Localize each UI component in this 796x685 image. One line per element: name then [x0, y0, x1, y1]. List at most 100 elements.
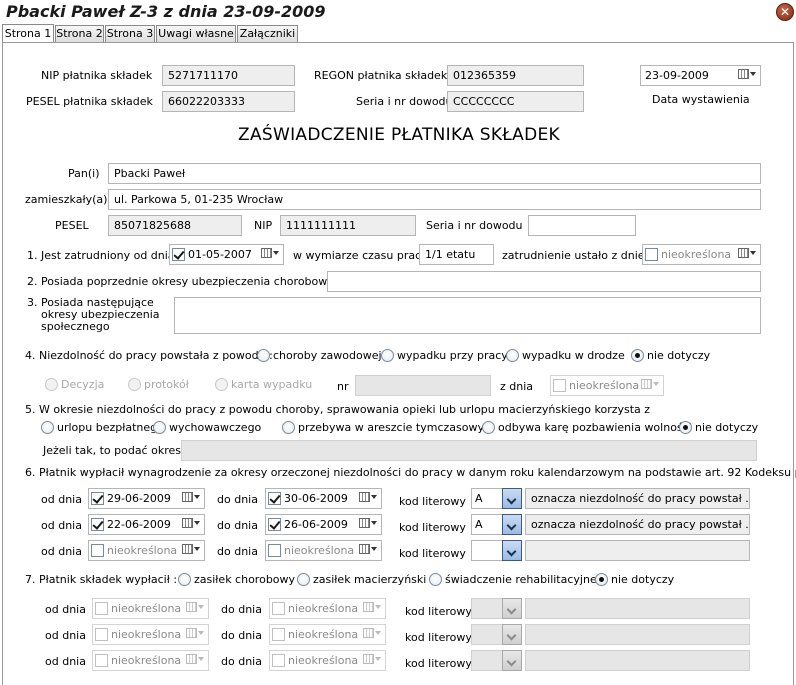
- s3-field[interactable]: [174, 297, 761, 334]
- s7-row1-od-picker[interactable]: nieokreślona: [92, 598, 209, 619]
- radio-zasilek-chorobowy[interactable]: [178, 573, 191, 586]
- s6-row1-do-picker[interactable]: 30-06-2009: [265, 488, 382, 509]
- tab-uwagi-wlasne[interactable]: Uwagi własne: [156, 25, 236, 43]
- tab-strona-1[interactable]: Strona 1: [2, 24, 54, 43]
- issue-date-picker[interactable]: 23-09-2009: [640, 65, 761, 86]
- radio-nie-dotyczy-s4[interactable]: [631, 349, 644, 362]
- nip-field[interactable]: 1111111111: [280, 215, 416, 236]
- pan-field[interactable]: Pbacki Paweł: [108, 163, 761, 184]
- s6-row2-od-picker[interactable]: 22-06-2009: [88, 514, 205, 535]
- s7-row3-od-checkbox[interactable]: [95, 654, 108, 667]
- tab-strona-3[interactable]: Strona 3: [105, 25, 155, 43]
- calendar-dropdown-icon[interactable]: [738, 69, 758, 83]
- close-button[interactable]: ✕: [776, 3, 794, 21]
- calendar-dropdown-icon[interactable]: [359, 492, 379, 506]
- s6-row2-kod-combo[interactable]: A: [471, 514, 523, 535]
- s7-row3-od-picker[interactable]: nieokreślona: [92, 650, 209, 671]
- s7-row1-do-checkbox[interactable]: [272, 602, 285, 615]
- s7-row2-do-picker[interactable]: nieokreślona: [269, 624, 386, 645]
- wymiar-field[interactable]: 1/1 etatu: [419, 244, 494, 265]
- s6-row2-od-checkbox[interactable]: [91, 518, 104, 531]
- radio-karta-wypadku[interactable]: [215, 378, 228, 391]
- chevron-down-icon[interactable]: [502, 514, 522, 535]
- radio-kara-label: odbywa karę pozbawienia wolności: [498, 421, 692, 434]
- s7-label: 7. Płatnik składek wypłacił :: [25, 573, 178, 586]
- calendar-dropdown-icon[interactable]: [182, 544, 202, 558]
- pesel-field[interactable]: 85071825688: [108, 215, 242, 236]
- s7-row3-do-picker[interactable]: nieokreślona: [269, 650, 386, 671]
- calendar-dropdown-icon[interactable]: [359, 544, 379, 558]
- radio-nie-dotyczy-s7[interactable]: [595, 573, 608, 586]
- tab-zalaczniki[interactable]: Załączniki: [237, 25, 298, 43]
- payer-regon-field[interactable]: 012365359: [447, 65, 584, 86]
- s7-row2-do-checkbox[interactable]: [272, 628, 285, 641]
- s7-row3-do-checkbox[interactable]: [272, 654, 285, 667]
- calendar-dropdown-icon[interactable]: [363, 602, 383, 616]
- employment-end-checkbox[interactable]: [645, 248, 658, 261]
- radio-urlopu-bezplatnego[interactable]: [41, 421, 54, 434]
- zdnia-date-picker[interactable]: nieokreślona: [550, 375, 664, 396]
- calendar-dropdown-icon[interactable]: [261, 248, 281, 262]
- s6-row1-od-checkbox[interactable]: [91, 492, 104, 505]
- radio-areszt[interactable]: [282, 421, 295, 434]
- nr-field[interactable]: [355, 375, 491, 396]
- calendar-dropdown-icon[interactable]: [363, 628, 383, 642]
- calendar-dropdown-icon[interactable]: [186, 654, 206, 668]
- employed-from-checkbox[interactable]: [172, 248, 185, 261]
- calendar-dropdown-icon[interactable]: [186, 602, 206, 616]
- payer-dowod-field[interactable]: CCCCCCCC: [447, 91, 584, 112]
- s7-row2-od-checkbox[interactable]: [95, 628, 108, 641]
- s6-row1-do-checkbox[interactable]: [268, 492, 281, 505]
- s6-row2-do-picker[interactable]: 26-06-2009: [265, 514, 382, 535]
- calendar-dropdown-icon[interactable]: [186, 628, 206, 642]
- radio-wypadku-w-drodze[interactable]: [506, 349, 519, 362]
- calendar-dropdown-icon[interactable]: [182, 518, 202, 532]
- s6-row3-kod-value: [471, 540, 503, 561]
- s6-row3-kod-combo[interactable]: [471, 540, 523, 561]
- calendar-dropdown-icon[interactable]: [359, 518, 379, 532]
- s7-row3-kod-combo[interactable]: [471, 650, 523, 671]
- payer-nip-field[interactable]: 5271711170: [162, 65, 295, 86]
- radio-decyzja[interactable]: [45, 378, 58, 391]
- s6-row1-kod-combo[interactable]: A: [471, 488, 523, 509]
- s6-row2-do-checkbox[interactable]: [268, 518, 281, 531]
- s6-row1-od-picker[interactable]: 29-06-2009: [88, 488, 205, 509]
- employment-end-date-picker[interactable]: nieokreślona: [642, 244, 761, 265]
- s7-row2-od-picker[interactable]: nieokreślona: [92, 624, 209, 645]
- calendar-dropdown-icon[interactable]: [641, 379, 661, 393]
- s6-row3-od-picker[interactable]: nieokreślona: [88, 540, 205, 561]
- s7-row1-od-checkbox[interactable]: [95, 602, 108, 615]
- s7-row2-kod-combo[interactable]: [471, 624, 523, 645]
- chevron-down-icon[interactable]: [502, 488, 522, 509]
- radio-zasilek-macierzynski[interactable]: [297, 573, 310, 586]
- chevron-down-icon[interactable]: [502, 540, 522, 561]
- s3-label-3: społecznego: [41, 320, 110, 333]
- s6-row3-do-picker[interactable]: nieokreślona: [265, 540, 382, 561]
- radio-swiadczenie-rehabilitacyjne[interactable]: [429, 573, 442, 586]
- address-field[interactable]: ul. Parkowa 5, 01-235 Wrocław: [108, 189, 761, 210]
- s7-row1-do-picker[interactable]: nieokreślona: [269, 598, 386, 619]
- employed-from-date-picker[interactable]: 01-05-2007: [169, 244, 284, 265]
- jezeli-field[interactable]: [181, 440, 757, 461]
- radio-nie-dotyczy-s5[interactable]: [679, 421, 692, 434]
- chevron-down-icon[interactable]: [502, 650, 522, 671]
- chevron-down-icon[interactable]: [502, 598, 522, 619]
- radio-wypadku-przy-pracy[interactable]: [381, 349, 394, 362]
- zdnia-checkbox[interactable]: [553, 379, 566, 392]
- s6-row3-od-checkbox[interactable]: [91, 544, 104, 557]
- tab-strona-2[interactable]: Strona 2: [55, 25, 104, 43]
- dowod-field[interactable]: [528, 215, 636, 236]
- payer-pesel-field[interactable]: 66022203333: [162, 91, 295, 112]
- s7-row1-kod-combo[interactable]: [471, 598, 523, 619]
- s2-field[interactable]: [327, 271, 761, 292]
- radio-wychowawczego[interactable]: [153, 421, 166, 434]
- s6-row3-do-checkbox[interactable]: [268, 544, 281, 557]
- s7-row2-desc: [525, 624, 750, 645]
- radio-protokol[interactable]: [128, 378, 141, 391]
- calendar-dropdown-icon[interactable]: [738, 248, 758, 262]
- radio-choroby-zawodowej[interactable]: [257, 349, 270, 362]
- radio-kara[interactable]: [482, 421, 495, 434]
- calendar-dropdown-icon[interactable]: [182, 492, 202, 506]
- calendar-dropdown-icon[interactable]: [363, 654, 383, 668]
- chevron-down-icon[interactable]: [502, 624, 522, 645]
